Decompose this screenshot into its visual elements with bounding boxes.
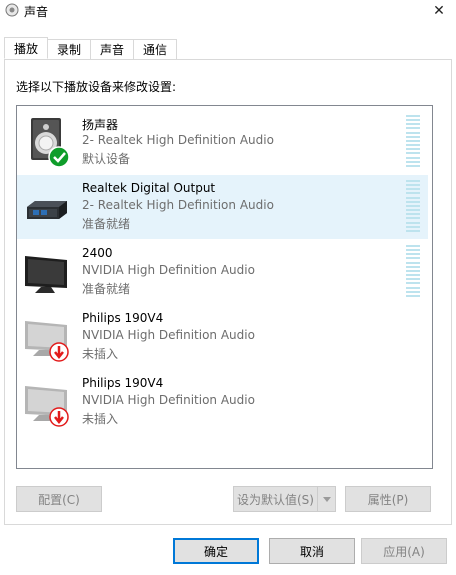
tab-strip: 播放 录制 声音 通信	[4, 37, 178, 59]
device-name: Philips 190V4	[82, 311, 164, 325]
device-status: 默认设备	[82, 152, 131, 166]
properties-button[interactable]: 属性(P)	[345, 486, 431, 512]
volume-meter	[406, 115, 420, 167]
speaker-icon	[31, 118, 70, 168]
apply-button[interactable]: 应用(A)	[361, 538, 447, 564]
tab-recording[interactable]: 录制	[48, 39, 92, 59]
close-icon: ✕	[433, 3, 445, 19]
monitor-icon	[25, 256, 67, 293]
volume-meter	[406, 245, 420, 297]
instruction-text: 选择以下播放设备来修改设置:	[16, 80, 177, 94]
ok-button[interactable]: 确定	[173, 538, 259, 564]
window-title: 声音	[24, 5, 49, 19]
device-item-speaker[interactable]: 扬声器 2- Realtek High Definition Audio 默认设…	[17, 110, 428, 174]
tab-sounds[interactable]: 声音	[91, 39, 135, 59]
device-status: 准备就绪	[82, 282, 131, 296]
device-item-monitor-2400[interactable]: 2400 NVIDIA High Definition Audio 准备就绪	[17, 240, 428, 304]
set-default-button[interactable]: 设为默认值(S)	[233, 486, 336, 512]
monitor-disconnected-icon	[25, 386, 69, 427]
sound-app-icon	[5, 3, 19, 17]
device-name: 扬声器	[82, 118, 119, 132]
playback-panel: 选择以下播放设备来修改设置: 扬声器 2- Realtek High Defin…	[4, 59, 452, 525]
configure-button[interactable]: 配置(C)	[16, 486, 102, 512]
chevron-down-icon	[322, 496, 331, 502]
tab-playback[interactable]: 播放	[4, 37, 49, 59]
device-item-digital-output[interactable]: Realtek Digital Output 2- Realtek High D…	[17, 175, 428, 239]
device-item-philips-2[interactable]: Philips 190V4 NVIDIA High Definition Aud…	[17, 370, 428, 434]
set-default-dropdown[interactable]	[317, 487, 335, 511]
device-name: Philips 190V4	[82, 376, 164, 390]
device-description: NVIDIA High Definition Audio	[82, 328, 255, 342]
device-status: 未插入	[82, 412, 119, 426]
close-button[interactable]: ✕	[422, 0, 456, 22]
monitor-disconnected-icon	[25, 321, 69, 362]
device-list[interactable]: 扬声器 2- Realtek High Definition Audio 默认设…	[16, 105, 433, 469]
default-check-icon	[48, 146, 70, 168]
cancel-button[interactable]: 取消	[269, 538, 355, 564]
device-description: 2- Realtek High Definition Audio	[82, 133, 274, 147]
device-item-philips-1[interactable]: Philips 190V4 NVIDIA High Definition Aud…	[17, 305, 428, 369]
device-name: Realtek Digital Output	[82, 181, 216, 195]
digital-output-icon	[27, 201, 67, 219]
device-status: 准备就绪	[82, 217, 131, 231]
title-bar: 声音 ✕	[0, 0, 456, 22]
device-name: 2400	[82, 246, 113, 260]
device-description: NVIDIA High Definition Audio	[82, 263, 255, 277]
volume-meter	[406, 180, 420, 232]
device-description: 2- Realtek High Definition Audio	[82, 198, 274, 212]
device-description: NVIDIA High Definition Audio	[82, 393, 255, 407]
device-status: 未插入	[82, 347, 119, 361]
tab-communications[interactable]: 通信	[134, 39, 178, 59]
